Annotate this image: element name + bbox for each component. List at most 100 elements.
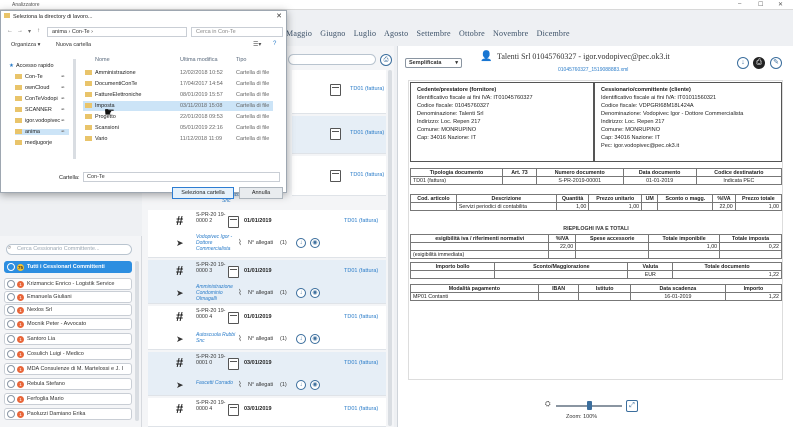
clients-scrollbar[interactable] <box>135 261 139 421</box>
client-item[interactable]: 1 Rebula Stefano <box>4 378 132 390</box>
download-icon[interactable]: ↓ <box>296 334 306 344</box>
zoom-out-icon[interactable]: ⛭ <box>545 401 551 409</box>
file-type: Cartella di file <box>236 136 270 142</box>
maximize-icon[interactable]: ☐ <box>758 1 763 8</box>
column-header-name[interactable]: Nome <box>95 57 110 63</box>
invoice-row[interactable]: TD01 (fattura) Autoscuola Rubbi Snc <box>222 156 386 204</box>
month-tab[interactable]: Maggio <box>286 29 312 38</box>
clients-search-input[interactable]: Cerca Cessionario Committente... <box>6 244 132 255</box>
tree-item[interactable]: igor.vodopivec <box>15 118 60 124</box>
client-item[interactable]: 1 Paoluzzi Damiano Erika <box>4 408 132 420</box>
column-header-type[interactable]: Tipo <box>236 57 247 63</box>
col-header: Totale imponibile <box>648 234 721 243</box>
format-select-value: Semplificata <box>409 60 442 66</box>
client-item[interactable]: 1 Nexlos Srl <box>4 304 132 316</box>
month-tab[interactable]: Novembre <box>493 29 528 38</box>
invoice-search-input[interactable] <box>288 54 376 65</box>
download-icon[interactable]: ↓ <box>296 288 306 298</box>
new-folder-button[interactable]: Nuova cartella <box>56 42 91 48</box>
client-item[interactable]: 1 Ferfoglia Mario <box>4 393 132 405</box>
chevron-down-icon[interactable]: ▾ <box>28 28 31 35</box>
invoice-row[interactable]: TD01 (fattura) <box>292 116 386 154</box>
month-tab[interactable]: Settembre <box>417 29 451 38</box>
pin-icon: ✒ <box>61 85 66 91</box>
close-icon[interactable]: ✕ <box>276 12 282 20</box>
count-badge: 1 <box>17 320 24 328</box>
client-item[interactable]: 1 Mocnik Peter - Avvocato <box>4 318 132 330</box>
download-icon[interactable]: ↓ <box>296 238 306 248</box>
tree-item[interactable]: Con-Te <box>15 74 43 80</box>
tree-item-quick-access[interactable]: ★ Accesso rapido <box>9 63 54 69</box>
file-type: Cartella di file <box>236 114 270 120</box>
folder-input[interactable]: Con-Te <box>83 172 280 182</box>
user-icon <box>7 410 15 418</box>
send-icon: ➤ <box>176 380 184 390</box>
print-icon[interactable]: ⎙ <box>753 57 765 69</box>
tree-item[interactable]: medjugorje <box>15 140 52 146</box>
file-row[interactable]: Vario 11/12/2018 11:09 Cartella di file <box>83 134 273 144</box>
invoice-row[interactable]: # S-PR-20 19-0000 3 01/01/2019 TD01 (fat… <box>148 260 386 304</box>
close-icon[interactable]: ✕ <box>778 1 783 8</box>
download-icon[interactable]: ↓ <box>737 57 749 69</box>
tree-item-label: SCANNER <box>25 107 52 113</box>
client-item[interactable]: 1 Santoro Lia <box>4 333 132 345</box>
print-icon[interactable]: ⎙ <box>380 54 392 66</box>
format-select[interactable]: Semplificata ▾ <box>405 58 462 68</box>
client-item[interactable]: 1 Krizmancic Enrico - Logistik Service <box>4 278 132 290</box>
view-icon[interactable]: ◉ <box>310 288 320 298</box>
table-cell: 1,00 <box>555 202 590 211</box>
client-item[interactable]: 1 Emanuela Giuliani <box>4 291 132 303</box>
month-tab[interactable]: Giugno <box>320 29 345 38</box>
edit-icon[interactable]: ✎ <box>770 57 782 69</box>
counterparty-name: Autoscuola Rubbi Snc <box>196 332 236 344</box>
tree-item[interactable]: ownCloud <box>15 85 49 91</box>
table-cell: 01-01-2019 <box>622 176 697 185</box>
invoice-row[interactable]: # S-PR-20 19-0001 0 03/01/2019 TD01 (fat… <box>148 352 386 396</box>
app-title-bar: Analizzatore – ☐ ✕ <box>0 0 793 10</box>
cedente-line: Indirizzo: Loc. Repen 217 <box>417 119 481 125</box>
invoice-row[interactable]: # S-PR-20 19-0000 4 01/01/2019 TD01 (fat… <box>148 306 386 350</box>
tree-scrollbar[interactable] <box>73 59 76 159</box>
column-header-date[interactable]: Ultima modifica <box>180 57 218 63</box>
zoom-slider-handle[interactable] <box>587 401 592 410</box>
tree-item[interactable]: ConTeVodopi <box>15 96 58 102</box>
address-bar[interactable]: anima › Con-Te › <box>47 27 187 37</box>
invoice-scrollbar[interactable] <box>388 70 392 426</box>
cancel-button[interactable]: Annulla <box>239 187 283 199</box>
month-tab[interactable]: Luglio <box>354 29 377 38</box>
up-icon[interactable]: ↑ <box>37 28 40 34</box>
file-row[interactable]: FattureElettroniche 08/01/2019 15:57 Carte… <box>83 90 273 100</box>
invoice-row[interactable]: # S-PR-20 19-0000 2 01/01/2019 TD01 (fat… <box>148 210 386 258</box>
user-icon <box>7 320 15 328</box>
view-icon[interactable]: ◉ <box>310 238 320 248</box>
fit-page-icon[interactable]: ⤢ <box>626 400 638 412</box>
month-tab[interactable]: Ottobre <box>459 29 485 38</box>
month-tab[interactable]: Agosto <box>384 29 408 38</box>
help-icon[interactable]: ? <box>273 41 276 47</box>
table-cell <box>502 176 537 185</box>
dialog-search-input[interactable]: Cerca in Con-Te <box>191 27 283 37</box>
month-tab[interactable]: Dicembre <box>537 29 570 38</box>
view-icon[interactable]: ◉ <box>310 380 320 390</box>
back-icon[interactable]: ← <box>7 28 13 34</box>
attachments-label: N° allegati <box>248 336 274 342</box>
view-icon[interactable]: ◉ <box>310 334 320 344</box>
file-row[interactable]: DocumentiConTe 17/04/2017 14:54 Cartella d… <box>83 79 273 89</box>
view-options-icon[interactable]: ☰▾ <box>253 41 261 48</box>
client-item-all[interactable]: 75 Tutti i Cessionari Committenti <box>4 261 132 273</box>
download-icon[interactable]: ↓ <box>296 380 306 390</box>
client-item[interactable]: 1 Cosulich Luigi - Medico <box>4 348 132 360</box>
tree-item[interactable]: SCANNER <box>15 107 52 113</box>
invoice-row[interactable]: # S-PR-20 19-0000 4 03/01/2019 TD01 (fat… <box>148 398 386 427</box>
file-row[interactable]: Scansioni 05/01/2019 22:16 Cartella di fil… <box>83 123 273 133</box>
document-type: TD01 (fattura) <box>344 360 379 366</box>
file-row[interactable]: Amministrazione 12/02/2018 10:52 Cartella … <box>83 68 273 78</box>
select-folder-button[interactable]: Seleziona cartella <box>172 187 234 199</box>
forward-icon[interactable]: → <box>17 28 23 34</box>
col-header: Modalità pagamento <box>410 284 539 293</box>
client-item[interactable]: 1 MDA Consulenze di M. Martelossi e J. I <box>4 363 132 375</box>
organize-button[interactable]: Organizza ▾ <box>11 42 40 48</box>
table-cell <box>657 202 714 211</box>
invoice-row[interactable]: TD01 (fattura) <box>292 70 386 114</box>
minimize-icon[interactable]: – <box>738 1 741 7</box>
